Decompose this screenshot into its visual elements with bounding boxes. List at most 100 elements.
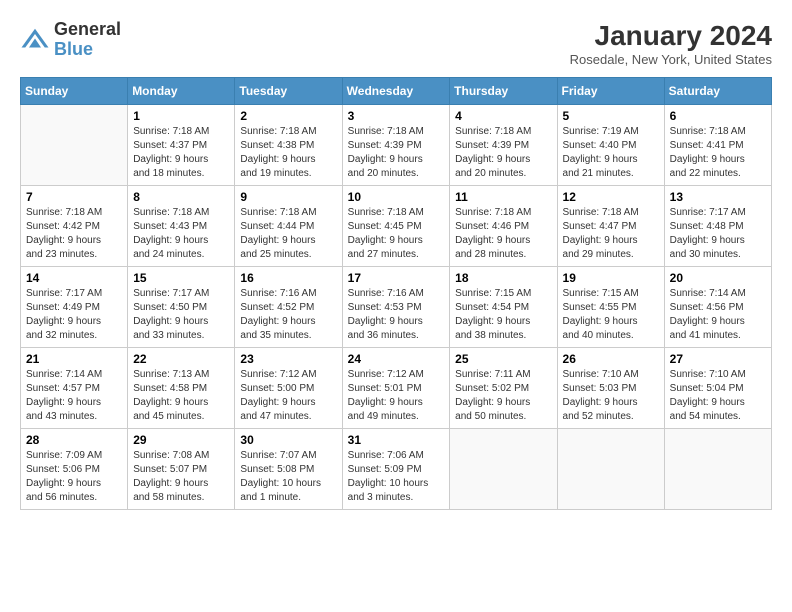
day-info: Sunrise: 7:17 AMSunset: 4:49 PMDaylight:… xyxy=(26,287,122,343)
calendar-cell: 22 Sunrise: 7:13 AMSunset: 4:58 PMDayligh… xyxy=(128,348,235,429)
calendar-cell xyxy=(21,105,128,186)
page-subtitle: Rosedale, New York, United States xyxy=(570,52,772,67)
day-info: Sunrise: 7:18 AMSunset: 4:43 PMDaylight:… xyxy=(133,206,229,262)
day-number: 22 xyxy=(133,352,229,366)
logo-icon xyxy=(20,25,50,55)
day-number: 5 xyxy=(563,109,659,123)
calendar-cell: 17 Sunrise: 7:16 AMSunset: 4:53 PMDayligh… xyxy=(342,267,450,348)
calendar-cell: 10 Sunrise: 7:18 AMSunset: 4:45 PMDayligh… xyxy=(342,186,450,267)
day-number: 10 xyxy=(348,190,445,204)
day-info: Sunrise: 7:18 AMSunset: 4:39 PMDaylight:… xyxy=(348,125,445,181)
day-info: Sunrise: 7:16 AMSunset: 4:52 PMDaylight:… xyxy=(240,287,336,343)
week-row-1: 1 Sunrise: 7:18 AMSunset: 4:37 PMDaylight… xyxy=(21,105,772,186)
day-info: Sunrise: 7:11 AMSunset: 5:02 PMDaylight:… xyxy=(455,368,551,424)
day-number: 21 xyxy=(26,352,122,366)
day-info: Sunrise: 7:18 AMSunset: 4:41 PMDaylight:… xyxy=(670,125,766,181)
calendar-cell: 20Sunrise: 7:14 AMSunset: 4:56 PMDayligh… xyxy=(664,267,771,348)
day-number: 30 xyxy=(240,433,336,447)
weekday-header-monday: Monday xyxy=(128,78,235,105)
calendar-cell: 25 Sunrise: 7:11 AMSunset: 5:02 PMDayligh… xyxy=(450,348,557,429)
calendar-cell: 29Sunrise: 7:08 AMSunset: 5:07 PMDayligh… xyxy=(128,429,235,510)
page-title: January 2024 xyxy=(570,20,772,52)
day-number: 28 xyxy=(26,433,122,447)
day-number: 1 xyxy=(133,109,229,123)
calendar-cell xyxy=(557,429,664,510)
day-info: Sunrise: 7:13 AMSunset: 4:58 PMDaylight:… xyxy=(133,368,229,424)
weekday-header-sunday: Sunday xyxy=(21,78,128,105)
week-row-2: 7 Sunrise: 7:18 AMSunset: 4:42 PMDaylight… xyxy=(21,186,772,267)
weekday-header-thursday: Thursday xyxy=(450,78,557,105)
weekday-header-row: SundayMondayTuesdayWednesdayThursdayFrid… xyxy=(21,78,772,105)
day-number: 23 xyxy=(240,352,336,366)
day-number: 13 xyxy=(670,190,766,204)
day-number: 29 xyxy=(133,433,229,447)
day-number: 26 xyxy=(563,352,659,366)
day-info: Sunrise: 7:18 AMSunset: 4:42 PMDaylight:… xyxy=(26,206,122,262)
calendar-cell: 6 Sunrise: 7:18 AMSunset: 4:41 PMDaylight… xyxy=(664,105,771,186)
day-info: Sunrise: 7:18 AMSunset: 4:37 PMDaylight:… xyxy=(133,125,229,181)
day-info: Sunrise: 7:14 AMSunset: 4:56 PMDaylight:… xyxy=(670,287,766,343)
day-info: Sunrise: 7:18 AMSunset: 4:46 PMDaylight:… xyxy=(455,206,551,262)
calendar-cell: 9Sunrise: 7:18 AMSunset: 4:44 PMDaylight… xyxy=(235,186,342,267)
calendar-cell: 7 Sunrise: 7:18 AMSunset: 4:42 PMDaylight… xyxy=(21,186,128,267)
calendar-cell: 5 Sunrise: 7:19 AMSunset: 4:40 PMDaylight… xyxy=(557,105,664,186)
day-info: Sunrise: 7:16 AMSunset: 4:53 PMDaylight:… xyxy=(348,287,445,343)
day-number: 11 xyxy=(455,190,551,204)
day-info: Sunrise: 7:07 AMSunset: 5:08 PMDaylight:… xyxy=(240,449,336,505)
logo-line1: General xyxy=(54,20,121,40)
day-number: 15 xyxy=(133,271,229,285)
calendar-cell: 24 Sunrise: 7:12 AMSunset: 5:01 PMDayligh… xyxy=(342,348,450,429)
day-info: Sunrise: 7:18 AMSunset: 4:39 PMDaylight:… xyxy=(455,125,551,181)
calendar-cell: 4 Sunrise: 7:18 AMSunset: 4:39 PMDaylight… xyxy=(450,105,557,186)
day-info: Sunrise: 7:17 AMSunset: 4:48 PMDaylight:… xyxy=(670,206,766,262)
day-number: 14 xyxy=(26,271,122,285)
day-info: Sunrise: 7:10 AMSunset: 5:04 PMDaylight:… xyxy=(670,368,766,424)
day-info: Sunrise: 7:19 AMSunset: 4:40 PMDaylight:… xyxy=(563,125,659,181)
week-row-4: 21 Sunrise: 7:14 AMSunset: 4:57 PMDayligh… xyxy=(21,348,772,429)
day-info: Sunrise: 7:09 AMSunset: 5:06 PMDaylight:… xyxy=(26,449,122,505)
calendar-cell: 28 Sunrise: 7:09 AMSunset: 5:06 PMDayligh… xyxy=(21,429,128,510)
calendar-cell xyxy=(450,429,557,510)
week-row-3: 14 Sunrise: 7:17 AMSunset: 4:49 PMDayligh… xyxy=(21,267,772,348)
day-number: 2 xyxy=(240,109,336,123)
day-number: 4 xyxy=(455,109,551,123)
weekday-header-tuesday: Tuesday xyxy=(235,78,342,105)
day-info: Sunrise: 7:18 AMSunset: 4:45 PMDaylight:… xyxy=(348,206,445,262)
day-number: 7 xyxy=(26,190,122,204)
day-number: 16 xyxy=(240,271,336,285)
calendar-cell: 15Sunrise: 7:17 AMSunset: 4:50 PMDayligh… xyxy=(128,267,235,348)
weekday-header-wednesday: Wednesday xyxy=(342,78,450,105)
day-info: Sunrise: 7:06 AMSunset: 5:09 PMDaylight:… xyxy=(348,449,445,505)
day-number: 19 xyxy=(563,271,659,285)
calendar-cell: 1 Sunrise: 7:18 AMSunset: 4:37 PMDaylight… xyxy=(128,105,235,186)
logo: General Blue xyxy=(20,20,121,60)
calendar: SundayMondayTuesdayWednesdayThursdayFrid… xyxy=(20,77,772,510)
calendar-cell: 14 Sunrise: 7:17 AMSunset: 4:49 PMDayligh… xyxy=(21,267,128,348)
day-number: 25 xyxy=(455,352,551,366)
logo-text: General Blue xyxy=(54,20,121,60)
day-info: Sunrise: 7:18 AMSunset: 4:47 PMDaylight:… xyxy=(563,206,659,262)
calendar-cell: 3 Sunrise: 7:18 AMSunset: 4:39 PMDaylight… xyxy=(342,105,450,186)
calendar-cell: 16 Sunrise: 7:16 AMSunset: 4:52 PMDayligh… xyxy=(235,267,342,348)
calendar-cell: 26 Sunrise: 7:10 AMSunset: 5:03 PMDayligh… xyxy=(557,348,664,429)
day-info: Sunrise: 7:15 AMSunset: 4:55 PMDaylight:… xyxy=(563,287,659,343)
day-info: Sunrise: 7:14 AMSunset: 4:57 PMDaylight:… xyxy=(26,368,122,424)
day-number: 17 xyxy=(348,271,445,285)
day-info: Sunrise: 7:18 AMSunset: 4:44 PMDaylight:… xyxy=(240,206,336,262)
day-number: 24 xyxy=(348,352,445,366)
calendar-cell xyxy=(664,429,771,510)
header: General Blue January 2024 Rosedale, New … xyxy=(20,20,772,67)
calendar-cell: 27Sunrise: 7:10 AMSunset: 5:04 PMDayligh… xyxy=(664,348,771,429)
day-number: 6 xyxy=(670,109,766,123)
calendar-cell: 11 Sunrise: 7:18 AMSunset: 4:46 PMDayligh… xyxy=(450,186,557,267)
day-number: 3 xyxy=(348,109,445,123)
calendar-cell: 12Sunrise: 7:18 AMSunset: 4:47 PMDayligh… xyxy=(557,186,664,267)
day-info: Sunrise: 7:12 AMSunset: 5:01 PMDaylight:… xyxy=(348,368,445,424)
week-row-5: 28 Sunrise: 7:09 AMSunset: 5:06 PMDayligh… xyxy=(21,429,772,510)
day-info: Sunrise: 7:15 AMSunset: 4:54 PMDaylight:… xyxy=(455,287,551,343)
day-info: Sunrise: 7:10 AMSunset: 5:03 PMDaylight:… xyxy=(563,368,659,424)
day-number: 8 xyxy=(133,190,229,204)
calendar-cell: 18Sunrise: 7:15 AMSunset: 4:54 PMDayligh… xyxy=(450,267,557,348)
calendar-cell: 23Sunrise: 7:12 AMSunset: 5:00 PMDayligh… xyxy=(235,348,342,429)
calendar-cell: 21 Sunrise: 7:14 AMSunset: 4:57 PMDayligh… xyxy=(21,348,128,429)
